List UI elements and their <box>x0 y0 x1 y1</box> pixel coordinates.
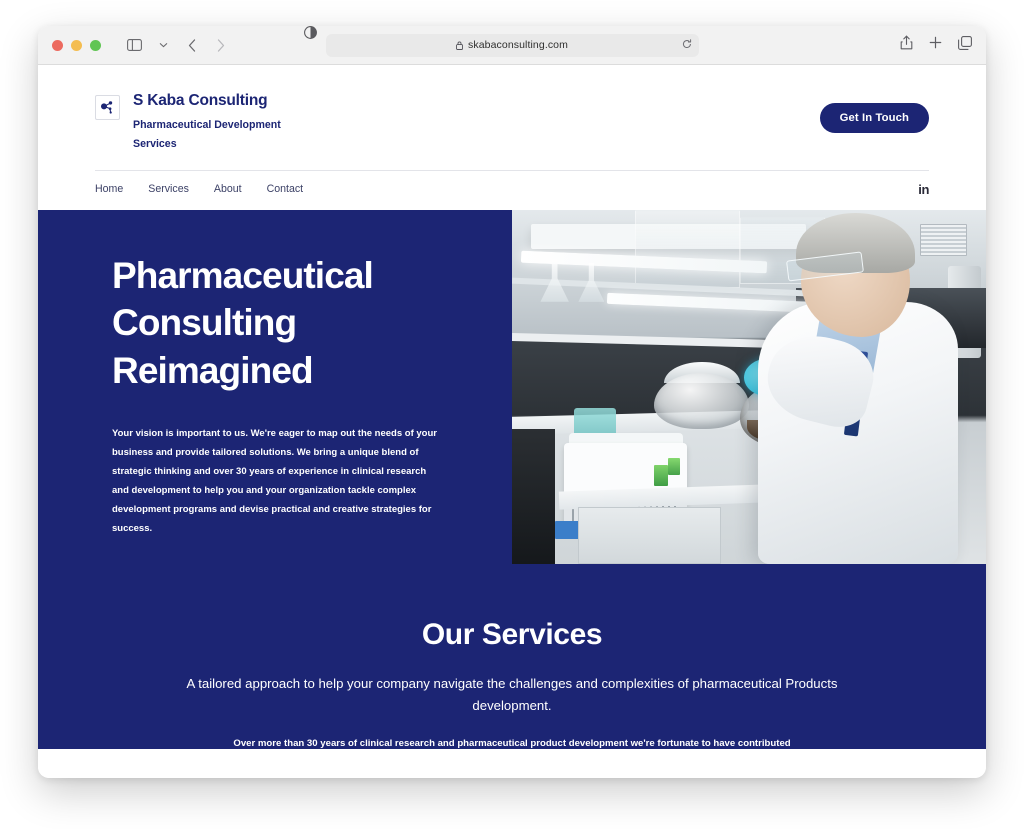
brand-tagline: Pharmaceutical Development Services <box>133 118 281 151</box>
header-top-row: S Kaba Consulting Pharmaceutical Develop… <box>95 65 929 170</box>
laboratory-photo <box>512 209 986 564</box>
lock-icon <box>456 41 463 50</box>
address-bar[interactable]: skabaconsulting.com <box>325 33 699 57</box>
hero-section: Pharmaceutical Consulting Reimagined You… <box>38 209 986 564</box>
services-title: Our Services <box>421 617 603 651</box>
window-controls <box>52 39 101 51</box>
linkedin-icon[interactable]: in <box>918 182 929 197</box>
website-viewport: S Kaba Consulting Pharmaceutical Develop… <box>38 65 986 778</box>
toolbar-right-actions <box>900 35 972 55</box>
sidebar-toggle-icon[interactable] <box>121 33 147 57</box>
nav-item-services[interactable]: Services <box>148 183 189 195</box>
brand-text: S Kaba Consulting Pharmaceutical Develop… <box>133 91 298 155</box>
get-in-touch-button[interactable]: Get In Touch <box>819 103 929 133</box>
reader-mode-icon[interactable] <box>304 26 317 44</box>
plus-icon[interactable] <box>929 36 942 54</box>
nav-item-home[interactable]: Home <box>95 183 123 195</box>
browser-window: skabaconsulting.com S Kaba Consulting Ph… <box>38 26 986 778</box>
close-window-button[interactable] <box>52 39 63 51</box>
url-text: skabaconsulting.com <box>468 39 568 51</box>
tabs-overview-icon[interactable] <box>958 35 972 55</box>
hero-image-container <box>512 209 986 564</box>
minimize-window-button[interactable] <box>71 39 82 51</box>
share-icon[interactable] <box>900 35 913 55</box>
maximize-window-button[interactable] <box>90 39 101 51</box>
nav-links: Home Services About Contact <box>95 183 303 195</box>
site-header: S Kaba Consulting Pharmaceutical Develop… <box>38 65 986 210</box>
chevron-down-icon[interactable] <box>150 33 176 57</box>
molecule-icon <box>95 95 120 120</box>
hero-paragraph: Your vision is important to us. We're ea… <box>112 427 437 534</box>
browser-toolbar: skabaconsulting.com <box>38 26 986 65</box>
reload-icon[interactable] <box>682 36 692 54</box>
services-subtitle: A tailored approach to help your company… <box>186 675 838 714</box>
hero-title: Pharmaceutical Consulting Reimagined <box>112 254 374 391</box>
navigation-controls <box>121 33 234 57</box>
back-button[interactable] <box>179 33 205 57</box>
nav-item-contact[interactable]: Contact <box>267 183 304 195</box>
main-navigation: Home Services About Contact in <box>95 171 929 210</box>
forward-button[interactable] <box>208 33 234 57</box>
hero-content: Pharmaceutical Consulting Reimagined You… <box>38 210 512 564</box>
services-section: Our Services A tailored approach to help… <box>38 563 986 750</box>
services-note: Over more than 30 years of clinical rese… <box>233 738 791 750</box>
nav-item-about[interactable]: About <box>214 183 242 195</box>
brand-block[interactable]: S Kaba Consulting Pharmaceutical Develop… <box>95 91 298 155</box>
brand-name: S Kaba Consulting <box>133 92 268 109</box>
